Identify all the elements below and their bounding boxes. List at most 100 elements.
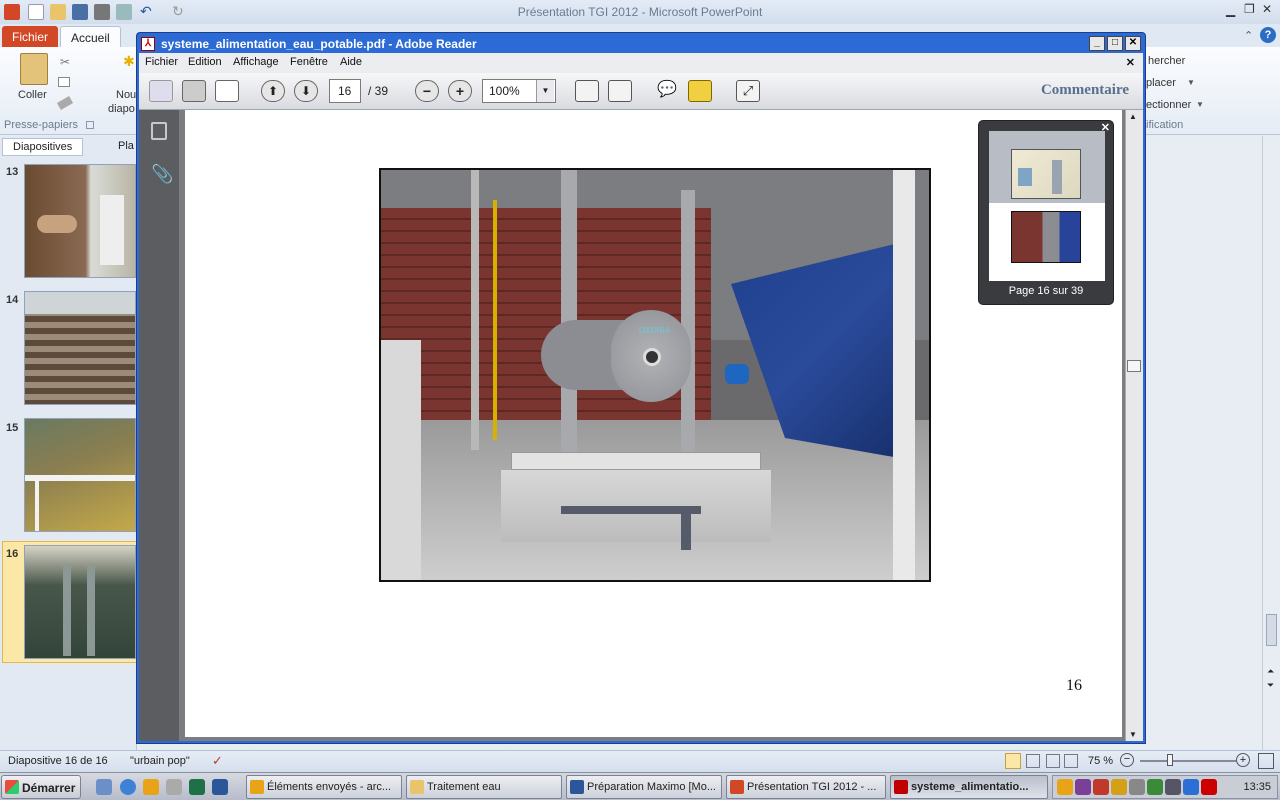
new-slide-icon[interactable]: ✱	[123, 53, 137, 69]
quicklaunch-excel-icon[interactable]	[189, 779, 205, 795]
popup-page-label: Page 16 sur 39	[1008, 285, 1084, 297]
next-slide-icon[interactable]: ⏷	[1267, 680, 1274, 691]
menu-view[interactable]: Affichage	[233, 56, 279, 68]
adobe-close-icon[interactable]: ✕	[1125, 36, 1141, 51]
replace-button[interactable]: placer	[1146, 77, 1176, 89]
zoom-dropdown-icon[interactable]: ▼	[536, 80, 554, 102]
slide-thumbnail[interactable]	[24, 291, 136, 405]
save-icon[interactable]	[149, 80, 173, 102]
comment-panel-button[interactable]: Commentaire	[1041, 82, 1129, 99]
zoom-slider[interactable]	[1140, 760, 1236, 762]
cut-icon[interactable]: ✂	[60, 55, 70, 69]
adobe-vertical-scrollbar[interactable]: ▲ ▼	[1125, 110, 1143, 741]
spellcheck-icon[interactable]: ✓	[212, 753, 223, 769]
replace-dropdown-icon[interactable]: ▼	[1187, 78, 1195, 87]
slide-thumbnail[interactable]	[24, 545, 136, 659]
fit-page-icon[interactable]	[575, 80, 599, 102]
tab-slides[interactable]: Diapositives	[2, 138, 84, 156]
tray-volume-icon[interactable]	[1165, 779, 1181, 795]
zoom-level[interactable]: 75 %	[1088, 755, 1113, 767]
taskbar-item-powerpoint[interactable]: Présentation TGI 2012 - ...	[726, 775, 886, 799]
new-slide-label[interactable]: Nou	[116, 89, 136, 101]
zoom-in-icon[interactable]: +	[448, 80, 472, 102]
expand-icon[interactable]: ⤢	[736, 80, 760, 102]
quicklaunch-calc-icon[interactable]	[166, 779, 182, 795]
quicklaunch-desktop-icon[interactable]	[96, 779, 112, 795]
taskbar-item-folder[interactable]: Traitement eau	[406, 775, 562, 799]
highlight-icon[interactable]	[688, 80, 712, 102]
zoom-in-icon[interactable]: +	[1236, 753, 1250, 767]
find-button[interactable]: hercher	[1148, 55, 1185, 67]
scroll-up-icon[interactable]: ▲	[1129, 112, 1137, 121]
quicklaunch-outlook-icon[interactable]	[143, 779, 159, 795]
tray-network-icon[interactable]	[1093, 779, 1109, 795]
email-icon[interactable]	[215, 80, 239, 102]
tab-home[interactable]: Accueil	[60, 26, 121, 48]
ozone-generator-photo: OXONIA	[379, 168, 931, 582]
tray-antivirus-icon[interactable]	[1201, 779, 1217, 795]
tray-z-icon[interactable]	[1183, 779, 1199, 795]
adobe-toolbar: ⬆ ⬇ 16 / 39 − + 100% ▼ 💬 ⤢ Commentaire	[139, 73, 1143, 110]
adobe-maximize-icon[interactable]: □	[1107, 36, 1123, 51]
zoom-out-icon[interactable]: −	[1120, 753, 1134, 767]
adobe-minimize-icon[interactable]: _	[1089, 36, 1105, 51]
slideshow-icon[interactable]	[1064, 754, 1078, 768]
slides-panel: Diapositives Pla 13 14 15 16	[0, 136, 137, 750]
zoom-slider-thumb[interactable]	[1167, 754, 1173, 766]
new-slide-label-2[interactable]: diapo	[108, 103, 135, 115]
slide-sorter-icon[interactable]	[1026, 754, 1040, 768]
scroll-down-icon[interactable]: ▼	[1129, 730, 1137, 739]
format-painter-icon[interactable]	[56, 96, 74, 110]
copy-icon[interactable]	[58, 77, 70, 87]
restore-icon[interactable]: ❐	[1244, 2, 1255, 16]
paste-button[interactable]: Coller	[18, 89, 47, 101]
quicklaunch-word-icon[interactable]	[212, 779, 228, 795]
page-thumbnail-current[interactable]	[1011, 211, 1081, 263]
minimize-icon[interactable]: ▁	[1226, 3, 1235, 17]
powerpoint-vertical-scrollbar[interactable]: ⏶ ⏷	[1262, 136, 1280, 750]
reading-view-icon[interactable]	[1046, 754, 1060, 768]
close-document-icon[interactable]: ✕	[1126, 56, 1135, 69]
taskbar-item-outlook[interactable]: Éléments envoyés - arc...	[246, 775, 402, 799]
slide-thumbnail[interactable]	[24, 164, 136, 278]
fit-slide-icon[interactable]	[1258, 753, 1274, 769]
next-page-icon[interactable]: ⬇	[294, 80, 318, 102]
normal-view-icon[interactable]	[1005, 753, 1021, 769]
scroll-thumb[interactable]	[1266, 614, 1277, 646]
attachments-icon[interactable]: 📎	[151, 164, 173, 185]
close-icon[interactable]: ✕	[1262, 2, 1272, 16]
tray-usb-icon[interactable]	[1129, 779, 1145, 795]
page-thumbnail[interactable]	[1011, 149, 1081, 199]
slide-info: Diapositive 16 de 16	[8, 755, 108, 767]
zoom-out-icon[interactable]: −	[415, 80, 439, 102]
slide-number: 13	[6, 166, 19, 178]
fit-width-icon[interactable]	[608, 80, 632, 102]
previous-page-icon[interactable]: ⬆	[261, 80, 285, 102]
quicklaunch-ie-icon[interactable]	[120, 779, 136, 795]
help-icon[interactable]: ?	[1260, 27, 1276, 43]
select-dropdown-icon[interactable]: ▼	[1196, 100, 1204, 109]
menu-file[interactable]: Fichier	[145, 56, 178, 68]
tab-file[interactable]: Fichier	[2, 26, 59, 48]
collapse-ribbon-icon[interactable]: ⌃	[1244, 29, 1253, 42]
taskbar-item-word[interactable]: Préparation Maximo [Mo...	[566, 775, 722, 799]
menu-window[interactable]: Fenêtre	[290, 56, 328, 68]
clipboard-dialog-launcher-icon[interactable]	[86, 121, 94, 129]
page-number-input[interactable]: 16	[329, 79, 361, 103]
menu-edit[interactable]: Edition	[188, 56, 222, 68]
tray-security-icon[interactable]	[1111, 779, 1127, 795]
tray-update-icon[interactable]	[1147, 779, 1163, 795]
tray-onenote-icon[interactable]	[1075, 779, 1091, 795]
comment-icon[interactable]: 💬	[655, 80, 679, 102]
start-button[interactable]: Démarrer	[1, 775, 81, 799]
menu-help[interactable]: Aide	[340, 56, 362, 68]
previous-slide-icon[interactable]: ⏶	[1267, 666, 1274, 677]
slide-thumbnail[interactable]	[24, 418, 136, 532]
select-button[interactable]: ectionner	[1146, 99, 1191, 111]
taskbar-item-adobe[interactable]: systeme_alimentatio...	[890, 775, 1048, 799]
paste-icon[interactable]	[20, 53, 48, 85]
pages-panel-icon[interactable]	[151, 122, 167, 140]
print-icon[interactable]	[182, 80, 206, 102]
scroll-thumb[interactable]	[1127, 360, 1141, 372]
tray-outlook-icon[interactable]	[1057, 779, 1073, 795]
